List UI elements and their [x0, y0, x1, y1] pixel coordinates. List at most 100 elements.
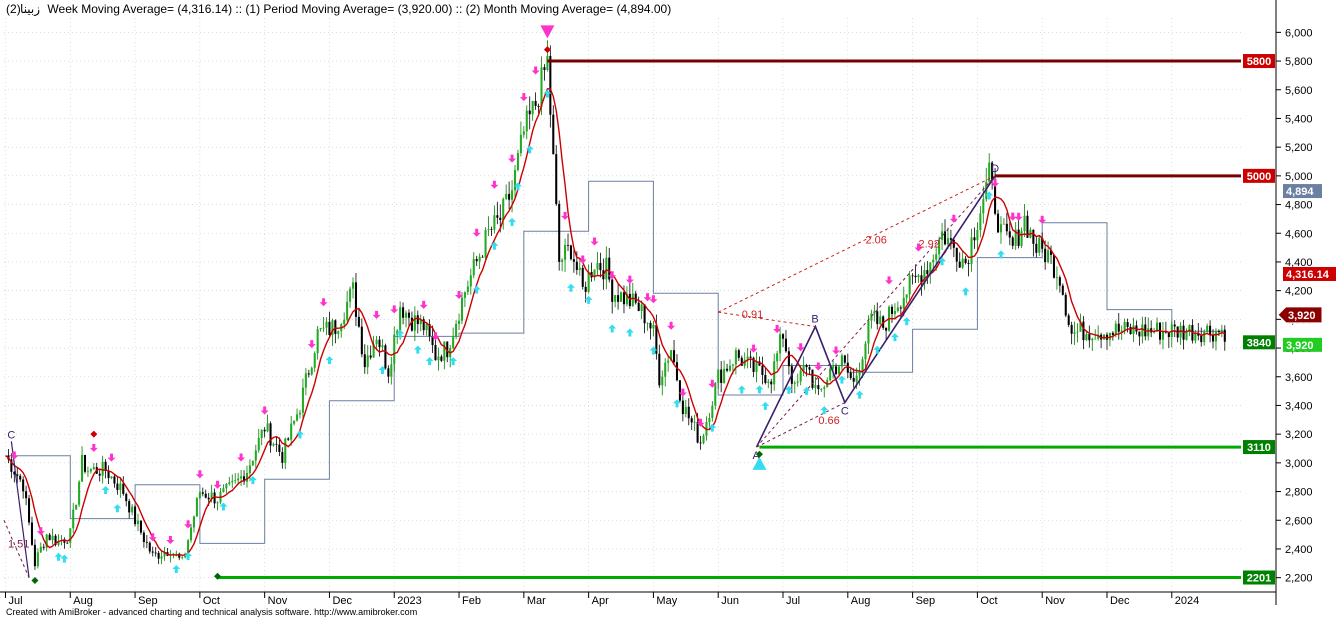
candle-body: [867, 320, 870, 344]
candle-body: [949, 238, 952, 240]
candle-body: [369, 355, 372, 358]
candle-body: [116, 483, 119, 491]
candle-body: [325, 321, 328, 328]
candle-body: [575, 261, 578, 270]
candle-body: [552, 114, 555, 155]
candle-body: [1141, 324, 1144, 337]
candle-body: [1138, 331, 1141, 337]
candle-body: [555, 154, 558, 205]
candle-body: [310, 367, 313, 375]
candle-body: [687, 406, 690, 419]
x-tick-label: Nov: [1045, 595, 1065, 607]
candle-body: [1173, 324, 1176, 327]
candle-body: [272, 443, 275, 446]
x-tick-label: Jul: [8, 595, 22, 607]
candle-body: [941, 231, 944, 240]
candle-body: [416, 315, 419, 325]
candle-body: [81, 455, 84, 482]
candle-body: [917, 275, 920, 278]
x-tick-label: Aug: [851, 595, 871, 607]
candle-body: [237, 478, 240, 481]
candle-body: [240, 476, 243, 479]
candle-body: [637, 302, 640, 312]
level-label-3840: 3840: [1247, 337, 1271, 349]
y-tick-label: 5,400: [1285, 113, 1313, 125]
candle-body: [36, 552, 39, 567]
x-tick-label: Jul: [786, 595, 800, 607]
candle-body: [328, 321, 331, 336]
candle-body: [805, 365, 808, 368]
candle-body: [619, 292, 623, 302]
candle-body: [605, 257, 608, 280]
candle-body: [402, 307, 405, 318]
candle-body: [1206, 325, 1209, 332]
candle-body: [410, 317, 413, 331]
candle-body: [1017, 229, 1020, 246]
candle-body: [946, 238, 949, 245]
candle-body: [496, 215, 499, 218]
candle-body: [652, 324, 655, 329]
x-tick-label: Oct: [203, 595, 220, 607]
candle-body: [693, 421, 696, 423]
candle-body: [755, 361, 758, 373]
candle-body: [658, 353, 661, 386]
candle-body: [89, 469, 92, 472]
candle-body: [726, 368, 729, 371]
candle-body: [728, 365, 732, 371]
candle-body: [879, 316, 882, 325]
chart-header: زبينا (2) Week Moving Average= (4,316.14…: [6, 2, 671, 17]
candle-body: [399, 307, 402, 331]
candle-body: [1005, 223, 1008, 232]
candle-body: [549, 55, 552, 115]
x-tick-label: Nov: [268, 595, 288, 607]
candle-body: [128, 501, 131, 513]
candle-body: [216, 502, 219, 504]
candle-body: [393, 334, 396, 365]
y-tick-label: 3,600: [1285, 372, 1313, 384]
candle-body: [245, 473, 249, 482]
candle-body: [973, 237, 976, 241]
candle-body: [487, 228, 490, 231]
x-tick-label: 2023: [397, 595, 421, 607]
candle-body: [885, 327, 888, 331]
level-label-2201: 2201: [1247, 573, 1271, 585]
candle-body: [234, 480, 237, 482]
candle-body: [717, 369, 720, 383]
y-tick-label: 4,600: [1285, 228, 1313, 240]
candle-body: [231, 480, 234, 483]
pattern-point-B: B: [811, 314, 818, 326]
pattern-point-D: D: [991, 163, 999, 175]
candle-body: [1211, 334, 1215, 342]
candle-body: [976, 230, 979, 241]
candle-body: [1058, 277, 1061, 286]
candle-body: [266, 423, 269, 432]
candle-body: [269, 423, 272, 446]
x-tick-label: Dec: [1110, 595, 1130, 607]
candle-body: [564, 245, 567, 260]
candle-body: [66, 542, 69, 544]
candle-body: [139, 520, 142, 533]
candle-body: [192, 516, 195, 528]
candle-body: [493, 215, 496, 230]
candle-body: [1052, 254, 1056, 278]
candle-body: [673, 350, 676, 363]
candle-body: [1223, 329, 1226, 342]
pattern-ratio-label: 2.92: [918, 239, 939, 251]
candle-body: [378, 339, 381, 348]
candle-body: [1147, 328, 1150, 337]
candle-body: [1129, 326, 1132, 335]
footer-credit: Created with AmiBroker - advanced charti…: [6, 607, 417, 617]
candle-body: [22, 479, 25, 492]
candle-body: [823, 387, 826, 389]
candle-body: [334, 320, 337, 335]
candle-body: [566, 245, 570, 246]
y-tick-label: 2,200: [1285, 573, 1313, 585]
candle-body: [1070, 324, 1073, 334]
x-tick-label: Jun: [721, 595, 739, 607]
candle-body: [151, 551, 154, 553]
candle-body: [1088, 334, 1091, 341]
candle-body: [808, 367, 811, 370]
candle-body: [534, 100, 537, 106]
candle-body: [360, 326, 363, 355]
candle-body: [914, 275, 917, 278]
